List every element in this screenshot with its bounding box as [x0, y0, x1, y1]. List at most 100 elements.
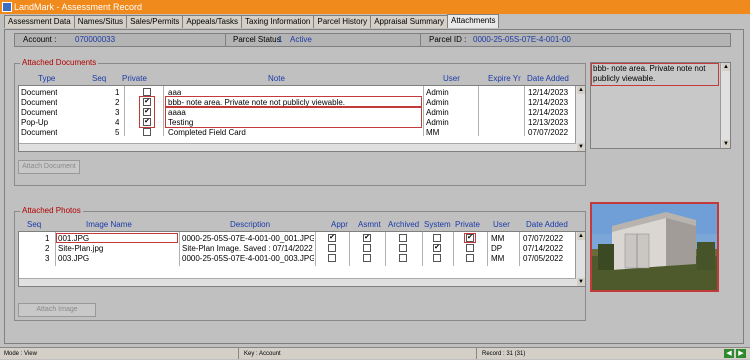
tab-names-situs[interactable]: Names/Situs: [73, 15, 128, 28]
photo-private-checkbox[interactable]: [466, 244, 474, 252]
shed-photo-image: [592, 204, 717, 290]
photo-appr-checkbox[interactable]: ✔: [328, 234, 336, 242]
tab-attachments[interactable]: Attachments: [447, 14, 500, 28]
doc-user: Admin: [426, 88, 449, 97]
col-divider: [385, 232, 386, 266]
photo-system-checkbox[interactable]: [433, 234, 441, 242]
private-highlight: [139, 96, 155, 128]
status-key: Key : Account: [244, 351, 281, 357]
note-highlight: [165, 96, 422, 107]
doc-user: Admin: [426, 118, 449, 127]
photo-archived-checkbox[interactable]: [399, 234, 407, 242]
app-icon: [2, 2, 12, 12]
photo-system-checkbox[interactable]: [433, 254, 441, 262]
photo-header-asmnt: Asmnt: [358, 220, 381, 229]
tab-taxing-information[interactable]: Taxing Information: [241, 15, 315, 28]
title-bar: LandMark - Assessment Record: [0, 0, 750, 14]
parcel-id-label: Parcel ID :: [429, 35, 467, 44]
doc-note: Completed Field Card: [168, 128, 246, 137]
doc-type: Pop-Up: [21, 118, 49, 127]
doc-date: 07/07/2022: [528, 128, 569, 137]
photo-header-seq: Seq: [27, 220, 42, 229]
doc-seq: 3: [115, 108, 120, 117]
doc-private-checkbox[interactable]: [143, 128, 151, 136]
photo-name: Site-Plan.jpg: [58, 244, 104, 253]
doc-header-date: Date Added: [527, 74, 569, 83]
tab-appeals-tasks[interactable]: Appeals/Tasks: [182, 15, 243, 28]
doc-user: MM: [426, 128, 440, 137]
doc-date: 12/14/2023: [528, 88, 569, 97]
scroll-up-icon[interactable]: ▲: [577, 232, 585, 240]
account-label: Account :: [23, 35, 57, 44]
photo-desc: 0000-25-05S-07E-4-001-00_001.JPG: [182, 234, 314, 243]
scroll-down-icon[interactable]: ▼: [722, 140, 730, 148]
photos-scrollbar[interactable]: ▲ ▼: [575, 232, 585, 286]
note-preview-scrollbar[interactable]: ▲ ▼: [720, 63, 730, 148]
parcel-info-bar: Account : 070000033 Parcel Status 1 Acti…: [14, 33, 731, 47]
tab-parcel-history[interactable]: Parcel History: [313, 15, 372, 28]
scroll-down-icon[interactable]: ▼: [577, 278, 585, 286]
doc-type: Document: [21, 128, 58, 137]
photo-archived-checkbox[interactable]: [399, 244, 407, 252]
note-highlight: [165, 107, 422, 128]
doc-header-seq: Seq: [92, 74, 107, 83]
photo-asmnt-checkbox[interactable]: ✔: [363, 234, 371, 242]
doc-private-checkbox[interactable]: [143, 88, 151, 96]
doc-date: 12/14/2023: [528, 108, 569, 117]
divider: [420, 33, 421, 46]
doc-seq: 1: [115, 88, 120, 97]
documents-grid: Document 1 aaa Admin 12/14/2023 Document…: [18, 85, 586, 152]
status-mode: Mode : View: [4, 351, 37, 357]
photo-appr-checkbox[interactable]: [328, 254, 336, 262]
photo-desc: 0000-25-05S-07E-4-001-00_003.JPG: [182, 254, 314, 263]
photo-seq: 1: [45, 234, 50, 243]
status-bar: Mode : View Key : Account Record : 31 (3…: [0, 347, 750, 359]
documents-hscrollbar[interactable]: [19, 143, 576, 151]
photo-asmnt-checkbox[interactable]: [363, 244, 371, 252]
photo-header-appr: Appr: [331, 220, 348, 229]
photo-header-archived: Archived: [388, 220, 420, 229]
photo-private-checkbox[interactable]: [466, 254, 474, 262]
photo-archived-checkbox[interactable]: [399, 254, 407, 262]
doc-type: Document: [21, 108, 58, 117]
nav-prev-icon[interactable]: ◀: [724, 349, 734, 358]
name-highlight: [56, 233, 178, 243]
parcel-status-value: Active: [290, 35, 312, 44]
documents-scrollbar[interactable]: ▲ ▼: [575, 86, 585, 151]
photo-preview[interactable]: [590, 202, 719, 292]
col-divider: [478, 86, 479, 136]
photo-seq: 3: [45, 254, 50, 263]
doc-user: Admin: [426, 98, 449, 107]
parcel-status-label: Parcel Status: [233, 35, 281, 44]
scroll-up-icon[interactable]: ▲: [722, 63, 730, 71]
photo-header-desc: Description: [230, 220, 271, 229]
tab-assessment-data[interactable]: Assessment Data: [4, 15, 75, 28]
col-divider: [179, 232, 180, 266]
attach-image-button[interactable]: Attach Image: [18, 303, 96, 317]
photo-asmnt-checkbox[interactable]: [363, 254, 371, 262]
doc-date: 12/13/2023: [528, 118, 569, 127]
photo-date: 07/05/2022: [523, 254, 564, 263]
doc-header-note: Note: [268, 74, 285, 83]
private-highlight: [464, 233, 476, 243]
photo-header-date: Date Added: [526, 220, 568, 229]
doc-seq: 2: [115, 98, 120, 107]
photo-name: 003.JPG: [58, 254, 90, 263]
photo-system-checkbox[interactable]: ✔: [433, 244, 441, 252]
photo-appr-checkbox[interactable]: [328, 244, 336, 252]
doc-type: Document: [21, 98, 58, 107]
tab-appraisal-summary[interactable]: Appraisal Summary: [370, 15, 448, 28]
col-divider: [349, 232, 350, 266]
col-divider: [422, 232, 423, 266]
nav-next-icon[interactable]: ▶: [736, 349, 746, 358]
photos-hscrollbar[interactable]: [19, 278, 576, 286]
photos-grid: 1 001.JPG 0000-25-05S-07E-4-001-00_001.J…: [18, 231, 586, 287]
divider: [238, 348, 239, 359]
scroll-up-icon[interactable]: ▲: [577, 86, 585, 94]
attach-document-button[interactable]: Attach Document: [18, 160, 80, 174]
doc-date: 12/14/2023: [528, 98, 569, 107]
scroll-down-icon[interactable]: ▼: [577, 143, 585, 151]
photo-user: MM: [491, 254, 505, 263]
col-divider: [453, 232, 454, 266]
tab-sales-permits[interactable]: Sales/Permits: [126, 15, 184, 28]
